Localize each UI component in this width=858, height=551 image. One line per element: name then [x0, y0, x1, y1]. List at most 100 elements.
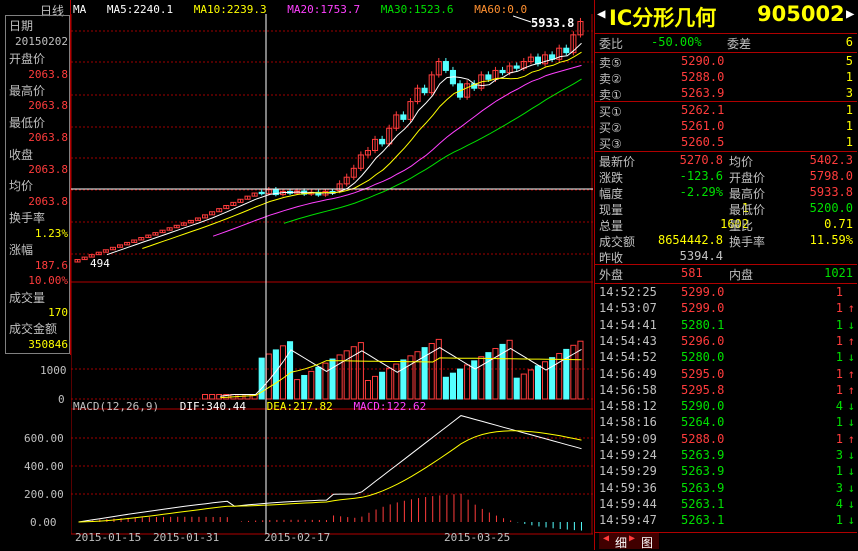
- ask-volume: 1: [845, 70, 853, 84]
- stat-value: -123.6: [679, 169, 723, 183]
- bid-row: 买② 5261.0 1: [595, 119, 857, 135]
- avg-label: 均价: [9, 179, 34, 193]
- stat-label: 最新价: [599, 155, 636, 169]
- high-marker: 5933.8: [531, 16, 575, 30]
- date-label: 日期: [9, 19, 34, 33]
- bid-volume: 1: [845, 119, 853, 133]
- stat-label: 现量: [599, 203, 624, 217]
- stat-row: 成交额 8654442.8 换手率 11.59%: [595, 233, 857, 249]
- quote-panel: ◀ IC分形几何 905002 ▶ 委比 -50.00% 委差 6 卖⑤ 5290…: [594, 0, 858, 550]
- volume-bar: [471, 360, 478, 400]
- bid-row: 买① 5262.1 1: [595, 103, 857, 119]
- tick-time: 14:58:12: [599, 399, 657, 414]
- volume-bar: [294, 379, 301, 400]
- ma5-line: [106, 42, 582, 256]
- stat-value: 8654442.8: [657, 233, 723, 247]
- stat-value: 0.71: [824, 217, 853, 231]
- tick-price: 5295.8: [681, 382, 725, 397]
- turnover-value: 1.23%: [34, 227, 68, 240]
- stat-label: 开盘价: [729, 171, 766, 185]
- volume-value: 170: [48, 306, 68, 319]
- candle-body: [499, 69, 506, 74]
- tick-price: 5263.9: [681, 464, 725, 479]
- ask-row: 卖⑤ 5290.0 5: [595, 54, 857, 70]
- kline-chart[interactable]: [71, 14, 593, 550]
- prev-instrument-icon[interactable]: ◀: [597, 6, 605, 22]
- tick-time: 14:59:29: [599, 464, 657, 479]
- stat-label: 均价: [729, 155, 754, 169]
- tick-direction-icon: ↓: [847, 448, 855, 462]
- tick-row: 14:59:09 5288.0 1 ↑: [595, 432, 857, 448]
- volume-bar: [457, 368, 464, 400]
- ma20-line: [212, 64, 582, 237]
- tick-price: 5264.0: [681, 415, 725, 430]
- amount-value: 350846: [28, 338, 68, 351]
- tick-volume: 1: [835, 285, 843, 299]
- tick-row: 14:59:29 5263.9 1 ↓: [595, 464, 857, 480]
- high-value: 2063.8: [28, 99, 68, 112]
- tick-direction-icon: ↑: [847, 382, 855, 397]
- tick-row: 14:56:49 5295.0 1 ↑: [595, 367, 857, 383]
- stat-row: 最新价 5270.8 均价 5402.3: [595, 153, 857, 169]
- volume-bar: [400, 359, 407, 400]
- tick-volume: 1: [835, 431, 843, 446]
- stat-value: 5798.0: [809, 169, 853, 183]
- stat-value: 5200.0: [809, 201, 853, 215]
- volume-bar: [308, 370, 315, 400]
- tick-row: 14:56:58 5295.8 1 ↑: [595, 383, 857, 399]
- volume-bar: [464, 364, 471, 400]
- tick-price: 5290.0: [681, 399, 725, 414]
- stat-label: 总量: [599, 219, 624, 233]
- macd-value-legend: MACD:122.62: [353, 400, 427, 413]
- volume-bar: [520, 373, 527, 400]
- tick-price: 5295.0: [681, 366, 725, 381]
- tick-direction-icon: ↓: [847, 496, 855, 511]
- date-tick: 2015-01-31: [153, 531, 220, 544]
- tick-time: 14:59:44: [599, 496, 657, 511]
- candle-body: [513, 65, 520, 69]
- neipan-value: 1021: [824, 266, 853, 280]
- stat-label: 量比: [729, 219, 754, 233]
- stat-value: -2.29%: [679, 185, 723, 199]
- chart-grid: [71, 14, 593, 535]
- bid-label: 买③: [599, 137, 622, 151]
- dif-line: [78, 415, 582, 523]
- volume-bar: [478, 356, 485, 400]
- amount-label: 成交金额: [9, 322, 58, 336]
- stat-value: 5933.8: [809, 185, 853, 199]
- quote-title-bar: ◀ IC分形几何 905002 ▶: [595, 0, 857, 33]
- volume-bar: [386, 367, 393, 400]
- tick-price: 5299.0: [681, 301, 725, 316]
- tick-row: 14:59:24 5263.9 3 ↓: [595, 448, 857, 464]
- tab-chart[interactable]: 图: [641, 534, 653, 551]
- bid-price: 5262.1: [681, 103, 725, 117]
- tick-row: 14:59:36 5263.9 3 ↓: [595, 481, 857, 497]
- tab-right-arrow-icon[interactable]: ▶: [629, 533, 635, 544]
- tick-time: 14:58:16: [599, 415, 657, 430]
- tick-volume: 1: [835, 382, 843, 397]
- tick-row: 14:54:43 5296.0 1 ↑: [595, 334, 857, 350]
- instrument-name: IC分形几何: [609, 6, 717, 30]
- tick-price: 5263.9: [681, 480, 725, 495]
- stat-label: 最低价: [729, 203, 766, 217]
- volume-bar: [209, 394, 216, 400]
- next-instrument-icon[interactable]: ▶: [846, 6, 854, 22]
- webi-label: 委比: [599, 37, 624, 51]
- volume-bar: [265, 353, 272, 400]
- stat-label: 幅度: [599, 187, 624, 201]
- ask-label: 卖⑤: [599, 56, 622, 70]
- tick-row: 14:54:52 5280.0 1 ↓: [595, 350, 857, 366]
- tick-price: 5263.1: [681, 513, 725, 528]
- volume-bar: [336, 354, 343, 400]
- tab-detail[interactable]: 细: [615, 534, 627, 551]
- tick-volume: 1: [835, 464, 843, 479]
- avg-value: 2063.8: [28, 195, 68, 208]
- low-value: 2063.8: [28, 131, 68, 144]
- tick-price: 5288.0: [681, 431, 725, 446]
- tab-left-arrow-icon[interactable]: ◀: [603, 533, 609, 544]
- tick-volume: 1: [835, 317, 843, 332]
- volume-bar: [407, 355, 414, 400]
- close-value: 2063.8: [28, 163, 68, 176]
- volume-bar: [556, 353, 563, 400]
- stat-value: 5270.8: [679, 153, 723, 167]
